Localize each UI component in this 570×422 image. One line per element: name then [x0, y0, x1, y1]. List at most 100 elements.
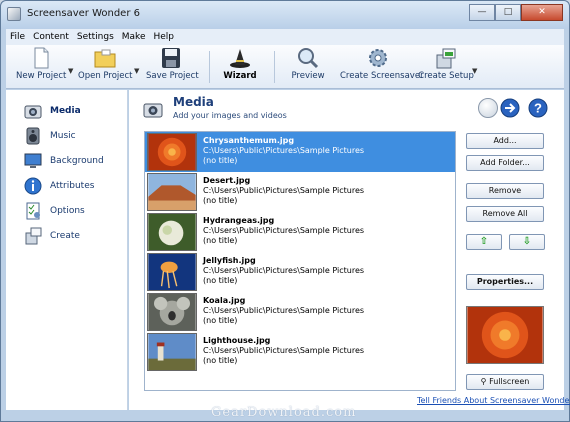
- sidebar-item-label: Media: [50, 106, 81, 116]
- wizard-button[interactable]: Wizard: [218, 47, 262, 87]
- desert-thumbnail: [147, 173, 197, 211]
- sidebar-item-media[interactable]: Media: [24, 100, 81, 122]
- toolbar-separator: [274, 51, 275, 83]
- info-icon: [24, 177, 42, 195]
- file-title: (no title): [203, 196, 238, 205]
- window-title: Screensaver Wonder 6: [27, 8, 140, 19]
- file-path: C:\Users\Public\Pictures\Sample Pictures: [203, 306, 365, 315]
- file-name: Jellyfish.jpg: [203, 256, 256, 265]
- list-item[interactable]: Jellyfish.jpg C:\Users\Public\Pictures\S…: [145, 252, 455, 292]
- speaker-icon: [26, 127, 40, 145]
- koala-thumbnail: [147, 293, 197, 331]
- panel-header: Media Add your images and videos ?: [129, 90, 564, 126]
- sidebar-item-options[interactable]: Options: [24, 200, 85, 222]
- file-title: (no title): [203, 156, 238, 165]
- install-box-icon: [25, 227, 42, 245]
- app-window: Screensaver Wonder 6 — □ ✕ File Content …: [0, 0, 570, 422]
- move-up-button[interactable]: ⇧: [466, 234, 502, 250]
- list-item[interactable]: Koala.jpg C:\Users\Public\Pictures\Sampl…: [145, 292, 455, 332]
- sidebar-item-label: Create: [50, 231, 80, 241]
- menu-settings[interactable]: Settings: [73, 32, 118, 42]
- add-folder-button[interactable]: Add Folder...: [466, 155, 544, 171]
- setup-box-icon: [436, 48, 456, 69]
- file-path: C:\Users\Public\Pictures\Sample Pictures: [203, 266, 365, 275]
- chrysanthemum-thumbnail: [147, 133, 197, 171]
- list-item[interactable]: Desert.jpg C:\Users\Public\Pictures\Samp…: [145, 172, 455, 212]
- menu-make[interactable]: Make: [118, 32, 150, 42]
- fullscreen-button[interactable]: ⚲ Fullscreen: [466, 374, 544, 390]
- sidebar-item-create[interactable]: Create: [24, 225, 80, 247]
- toolbar-separator: [209, 51, 210, 83]
- sidebar: Media Music Background Attributes Option…: [6, 90, 128, 410]
- file-title: (no title): [203, 356, 238, 365]
- menu-file[interactable]: File: [6, 32, 29, 42]
- magnifier-icon: ⚲: [480, 377, 487, 386]
- preview-button[interactable]: Preview: [286, 47, 330, 87]
- properties-button[interactable]: Properties...: [466, 274, 544, 290]
- lighthouse-thumbnail: [147, 333, 197, 371]
- down-arrow-icon: ⇩: [522, 236, 532, 247]
- camera-icon: [24, 105, 42, 119]
- app-icon: [7, 7, 21, 21]
- create-setup-dropdown-icon[interactable]: ▼: [472, 67, 477, 75]
- remove-all-button[interactable]: Remove All: [466, 206, 544, 222]
- add-button[interactable]: Add...: [466, 133, 544, 149]
- menu-content[interactable]: Content: [29, 32, 73, 42]
- file-name: Hydrangeas.jpg: [203, 216, 275, 225]
- file-title: (no title): [203, 276, 238, 285]
- folder-icon: [94, 49, 116, 68]
- file-path: C:\Users\Public\Pictures\Sample Pictures: [203, 146, 365, 155]
- open-project-dropdown-icon[interactable]: ▼: [134, 67, 139, 75]
- svg-text:?: ?: [534, 101, 542, 116]
- floppy-disk-icon: [162, 48, 180, 68]
- maximize-button[interactable]: □: [495, 4, 521, 21]
- new-project-dropdown-icon[interactable]: ▼: [68, 67, 73, 75]
- list-item[interactable]: Lighthouse.jpg C:\Users\Public\Pictures\…: [145, 332, 455, 372]
- minimize-button[interactable]: —: [469, 4, 495, 21]
- file-name: Desert.jpg: [203, 176, 251, 185]
- create-setup-button[interactable]: Create Setup: [418, 47, 474, 87]
- sidebar-item-background[interactable]: Background: [24, 150, 104, 172]
- jellyfish-thumbnail: [147, 253, 197, 291]
- save-project-button[interactable]: Save Project: [146, 47, 199, 87]
- title-bar[interactable]: Screensaver Wonder 6 — □ ✕: [1, 1, 569, 29]
- file-path: C:\Users\Public\Pictures\Sample Pictures: [203, 226, 365, 235]
- camera-icon: [143, 103, 163, 118]
- hydrangeas-thumbnail: [147, 213, 197, 251]
- magnifier-icon: [298, 48, 319, 69]
- file-name: Chrysanthemum.jpg: [203, 136, 295, 145]
- create-screensaver-button[interactable]: Create Screensaver: [340, 47, 424, 87]
- tell-friends-link[interactable]: Tell Friends About Screensaver Wonder 6: [417, 396, 570, 405]
- menu-bar: File Content Settings Make Help: [6, 29, 564, 45]
- page-title: Media: [173, 95, 214, 109]
- new-document-icon: [34, 47, 49, 69]
- file-name: Lighthouse.jpg: [203, 336, 271, 345]
- remove-button[interactable]: Remove: [466, 183, 544, 199]
- page-subtitle: Add your images and videos: [173, 111, 287, 120]
- file-title: (no title): [203, 316, 238, 325]
- menu-help[interactable]: Help: [150, 32, 179, 42]
- new-project-button[interactable]: New Project: [16, 47, 66, 87]
- close-button[interactable]: ✕: [521, 4, 563, 21]
- file-name: Koala.jpg: [203, 296, 246, 305]
- up-arrow-icon: ⇧: [479, 236, 489, 247]
- sidebar-item-label: Attributes: [50, 181, 95, 191]
- toolbar: New Project ▼ Open Project ▼ Save Projec…: [6, 45, 564, 89]
- main-panel: Media Add your images and videos ? Chrys…: [129, 90, 570, 410]
- sidebar-item-label: Options: [50, 206, 85, 216]
- sidebar-item-attributes[interactable]: Attributes: [24, 175, 94, 197]
- media-file-list[interactable]: Chrysanthemum.jpg C:\Users\Public\Pictur…: [144, 131, 456, 391]
- list-item[interactable]: Hydrangeas.jpg C:\Users\Public\Pictures\…: [145, 212, 455, 252]
- back-circle-button[interactable]: [478, 98, 498, 118]
- list-item[interactable]: Chrysanthemum.jpg C:\Users\Public\Pictur…: [145, 132, 455, 172]
- help-icon[interactable]: ?: [528, 98, 548, 118]
- forward-arrow-icon[interactable]: [500, 98, 520, 118]
- sidebar-item-music[interactable]: Music: [24, 125, 76, 147]
- file-path: C:\Users\Public\Pictures\Sample Pictures: [203, 346, 365, 355]
- sidebar-item-label: Music: [50, 131, 76, 141]
- sidebar-item-label: Background: [50, 156, 104, 166]
- file-path: C:\Users\Public\Pictures\Sample Pictures: [203, 186, 365, 195]
- open-project-button[interactable]: Open Project: [78, 47, 133, 87]
- monitor-icon: [24, 153, 42, 168]
- move-down-button[interactable]: ⇩: [509, 234, 545, 250]
